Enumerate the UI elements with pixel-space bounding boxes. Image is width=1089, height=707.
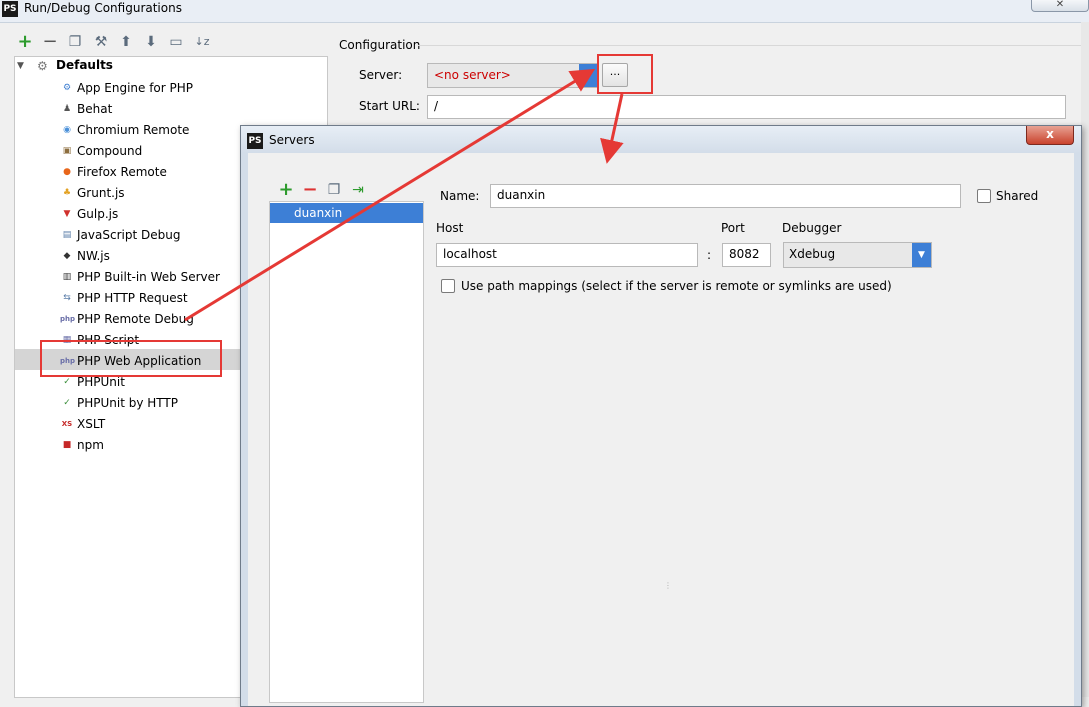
annotation-arrows [184, 68, 624, 322]
arrow-to-dots-button [184, 68, 596, 322]
arrow-to-servers-dialog [600, 93, 624, 164]
